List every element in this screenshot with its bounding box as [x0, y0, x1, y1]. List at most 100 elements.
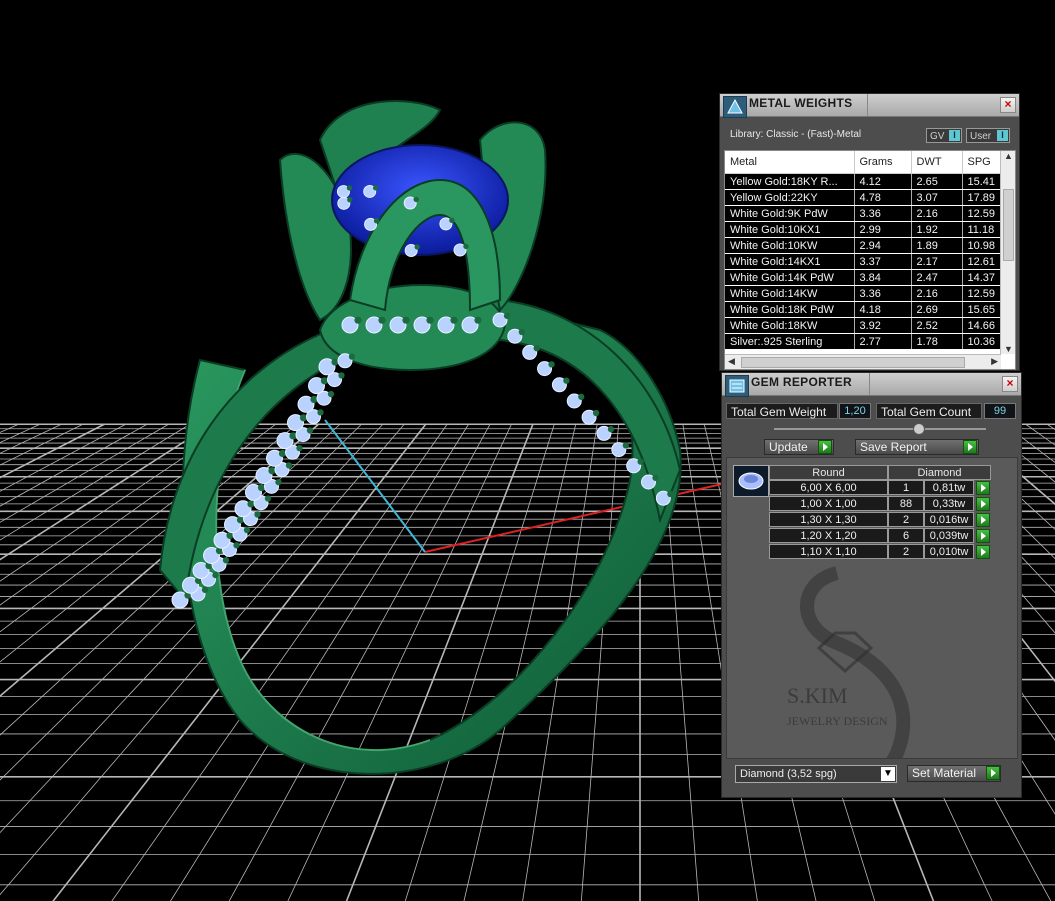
gem-count-cell: 1	[888, 480, 924, 495]
material-select[interactable]: Diamond (3,52 spg) ▼	[735, 765, 897, 783]
gem-size-cell: 1,00 X 1,00	[769, 496, 888, 511]
metal-weights-table[interactable]: Metal Grams DWT SPG Yellow Gold:18KY R..…	[724, 150, 1016, 370]
save-report-go-icon[interactable]	[963, 440, 977, 454]
gem-row-go-icon[interactable]	[976, 497, 990, 511]
save-report-label: Save Report	[860, 440, 927, 454]
gem-weight-cell: 0,016tw	[924, 512, 974, 527]
grams-cell: 3.92	[854, 317, 912, 334]
vertical-scroll-thumb[interactable]	[1003, 189, 1014, 261]
gem-count-cell: 6	[888, 528, 924, 543]
column-header-dwt[interactable]: DWT	[911, 151, 963, 174]
gem-reporter-titlebar[interactable]: GEM REPORTER ×	[722, 373, 1021, 397]
dwt-cell: 3.07	[911, 189, 963, 206]
save-report-button[interactable]: Save Report	[855, 439, 979, 455]
table-row[interactable]: Silver:.925 Sterling 2.77 1.78 10.36	[725, 333, 1013, 350]
grams-cell: 2.99	[854, 221, 912, 238]
metal-cell: White Gold:14KW	[725, 285, 855, 302]
gem-reporter-title: GEM REPORTER	[751, 375, 852, 389]
bead-prong	[236, 516, 245, 524]
gem-count-cell: 88	[888, 496, 924, 511]
table-row[interactable]: White Gold:10KX1 2.99 1.92 11.18	[725, 221, 1013, 238]
bead-prong	[212, 571, 219, 579]
gem-reporter-icon	[725, 375, 749, 397]
gem-reporter-panel: GEM REPORTER × Total Gem Weight 1,20 Tot…	[721, 372, 1022, 798]
bead-prong	[233, 542, 240, 549]
gem-row-go-icon[interactable]	[976, 513, 990, 527]
round-gem-icon[interactable]	[733, 465, 769, 497]
metal-weights-titlebar[interactable]: METAL WEIGHTS ×	[720, 94, 1019, 118]
table-row[interactable]: White Gold:18KW 3.92 2.52 14.66	[725, 317, 1013, 334]
watermark-sub: JEWELRY DESIGN	[787, 714, 888, 728]
bead-prong	[503, 312, 511, 319]
metal-weights-icon	[723, 96, 747, 118]
metal-weights-panel: METAL WEIGHTS × Library: Classic - (Fast…	[719, 93, 1020, 371]
gem-row-go-icon[interactable]	[976, 481, 990, 495]
horizontal-scrollbar[interactable]: ◀ ▶	[725, 354, 1001, 369]
dwt-cell: 2.17	[911, 253, 963, 270]
bead-prong	[402, 316, 410, 324]
chevron-down-icon[interactable]: ▼	[881, 767, 895, 781]
total-gem-count-value: 99	[984, 403, 1016, 419]
metal-cell: White Gold:9K PdW	[725, 205, 855, 222]
bead-prong	[373, 218, 380, 224]
user-toggle[interactable]: User I	[966, 128, 1010, 143]
dwt-cell: 2.52	[911, 317, 963, 334]
gv-toggle[interactable]: GV I	[926, 128, 962, 143]
horizontal-scroll-thumb[interactable]	[741, 357, 965, 368]
set-material-go-icon[interactable]	[986, 766, 1000, 780]
grams-cell: 3.36	[854, 205, 912, 222]
table-row[interactable]: White Gold:14K PdW 3.84 2.47 14.37	[725, 269, 1013, 286]
set-material-label: Set Material	[912, 766, 977, 780]
column-header-metal[interactable]: Metal	[725, 151, 855, 174]
dwt-cell: 2.69	[911, 301, 963, 318]
vertical-scrollbar[interactable]: ▲ ▼	[1000, 151, 1015, 354]
scroll-down-icon[interactable]: ▼	[1004, 344, 1013, 354]
bead-prong	[201, 586, 209, 593]
bead-prong	[548, 361, 555, 368]
gem-row-go-icon[interactable]	[976, 529, 990, 543]
dwt-cell: 2.16	[911, 205, 963, 222]
bead-prong	[327, 390, 335, 398]
table-row[interactable]: White Gold:14KX1 3.37 2.17 12.61	[725, 253, 1013, 270]
table-row[interactable]: Yellow Gold:22KY 4.78 3.07 17.89	[725, 189, 1013, 206]
metal-cell: White Gold:14KX1	[725, 253, 855, 270]
slider-knob[interactable]	[913, 423, 925, 435]
update-go-icon[interactable]	[818, 440, 832, 454]
metal-cell: White Gold:10KW	[725, 237, 855, 254]
bead-prong	[257, 483, 266, 492]
bead-prong	[268, 467, 276, 475]
material-header: Diamond	[888, 465, 991, 480]
table-row[interactable]: White Gold:9K PdW 3.36 2.16 12.59	[725, 205, 1013, 222]
gem-weight-cell: 0,039tw	[924, 528, 974, 543]
table-row[interactable]: White Gold:14KW 3.36 2.16 12.59	[725, 285, 1013, 302]
metal-weights-title: METAL WEIGHTS	[749, 96, 853, 110]
metal-cell: Silver:.925 Sterling	[725, 333, 855, 350]
grams-cell: 4.78	[854, 189, 912, 206]
bead-prong	[347, 197, 353, 203]
table-row[interactable]: Yellow Gold:18KY R... 4.12 2.65 15.41	[725, 173, 1013, 190]
user-toggle-icon: I	[997, 130, 1008, 141]
metal-cell: White Gold:14K PdW	[725, 269, 855, 286]
close-icon[interactable]: ×	[1000, 97, 1016, 113]
bead-prong	[264, 495, 272, 502]
metal-cell: Yellow Gold:22KY	[725, 189, 855, 206]
bead-prong	[275, 478, 282, 486]
bead-prong	[346, 185, 353, 191]
table-row[interactable]: White Gold:10KW 2.94 1.89 10.98	[725, 237, 1013, 254]
scroll-left-icon[interactable]: ◀	[728, 356, 735, 367]
library-label: Library: Classic - (Fast)-Metal	[730, 129, 862, 140]
bead-prong	[254, 511, 261, 518]
bead-prong	[373, 185, 379, 191]
bead-prong	[563, 377, 570, 384]
bead-prong	[474, 316, 482, 324]
bead-prong	[306, 427, 314, 434]
scroll-up-icon[interactable]: ▲	[1004, 151, 1013, 161]
shape-header: Round	[769, 465, 888, 480]
table-row[interactable]: White Gold:18K PdW 4.18 2.69 15.65	[725, 301, 1013, 318]
report-slider[interactable]	[774, 423, 986, 435]
close-icon[interactable]: ×	[1002, 376, 1018, 392]
bead-prong	[667, 490, 674, 498]
dwt-cell: 2.47	[911, 269, 963, 286]
column-header-grams[interactable]: Grams	[854, 151, 912, 174]
scroll-right-icon[interactable]: ▶	[991, 356, 998, 367]
